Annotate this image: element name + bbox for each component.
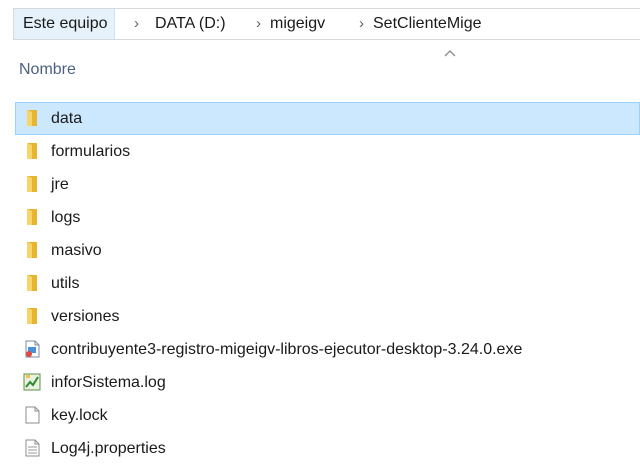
file-row[interactable]: key.lock [15,399,640,432]
file-name: versiones [51,308,120,325]
file-name: utils [51,275,80,292]
file-row[interactable]: contribuyente3-registro-migeigv-libros-e… [15,333,640,366]
breadcrumb-migeigv[interactable]: migeigv [270,9,325,39]
file-name: contribuyente3-registro-migeigv-libros-e… [51,341,523,358]
breadcrumb-separator-icon[interactable]: › [256,9,261,39]
file-row[interactable]: jre [15,168,640,201]
file-name: data [51,110,83,127]
folder-icon [23,175,41,193]
file-name: logs [51,209,81,226]
folder-icon [23,307,41,325]
file-name: inforSistema.log [51,374,166,391]
breadcrumb-data-drive[interactable]: DATA (D:) [155,9,226,39]
file-row[interactable]: formularios [15,135,640,168]
file-name: formularios [51,143,131,160]
folder-icon [23,109,41,127]
column-header-nombre[interactable]: Nombre [19,61,76,79]
file-name: masivo [51,242,102,259]
log-file-icon [23,373,41,391]
breadcrumb-separator-icon[interactable]: › [134,9,139,39]
file-name: jre [51,176,69,193]
text-file-icon [23,439,41,457]
breadcrumb-separator-icon[interactable]: › [359,9,364,39]
file-row[interactable]: Log4j.properties [15,432,640,465]
sort-ascending-icon [444,50,456,57]
file-row[interactable]: inforSistema.log [15,366,640,399]
file-row[interactable]: versiones [15,300,640,333]
file-row[interactable]: logs [15,201,640,234]
folder-icon [23,142,41,160]
file-row[interactable]: masivo [15,234,640,267]
folder-icon [23,241,41,259]
folder-icon [23,274,41,292]
breadcrumb-este-equipo[interactable]: Este equipo [14,9,115,39]
file-name: key.lock [51,407,108,424]
file-row[interactable]: utils [15,267,640,300]
exe-icon [23,340,41,358]
folder-icon [23,208,41,226]
address-bar[interactable]: Este equipo › DATA (D:) › migeigv › SetC… [13,8,640,40]
breadcrumb-setclientemige[interactable]: SetClienteMige [373,9,482,39]
file-row[interactable]: data [15,102,640,135]
file-name: Log4j.properties [51,440,166,457]
file-icon [23,406,41,424]
